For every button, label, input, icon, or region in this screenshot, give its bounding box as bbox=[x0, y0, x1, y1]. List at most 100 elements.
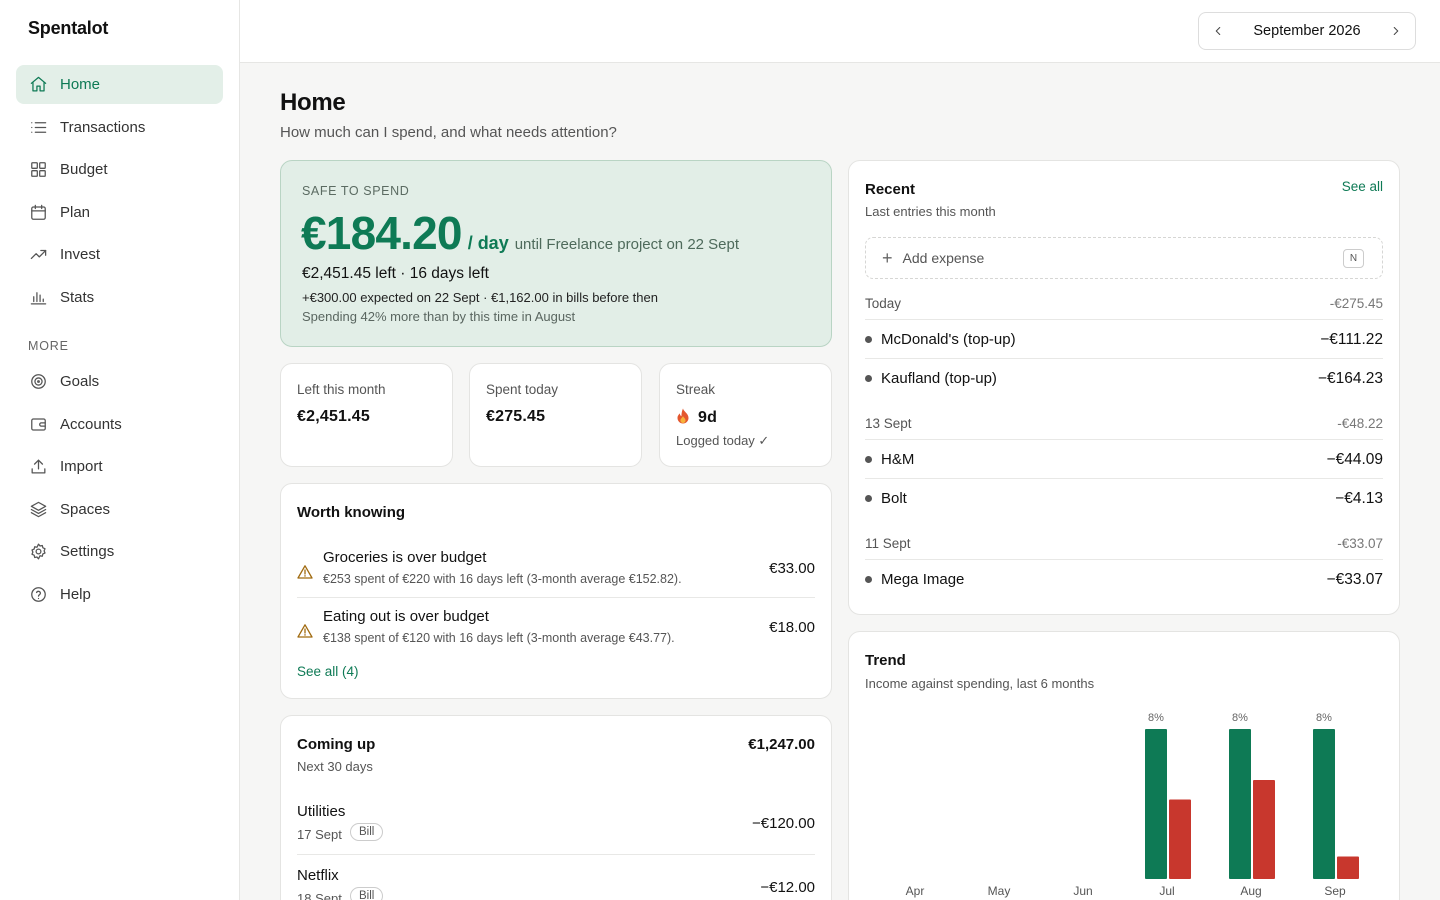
transaction-merchant: McDonald's (top-up) bbox=[881, 331, 1016, 348]
coming-up-card: Coming up €1,247.00 Next 30 days Utiliti… bbox=[280, 715, 832, 900]
trending-up-icon bbox=[28, 245, 48, 265]
sidebar-item-budget[interactable]: Budget bbox=[16, 150, 223, 189]
gear-icon bbox=[28, 542, 48, 562]
money-left-line: €2,451.45 left · 16 days left bbox=[302, 265, 489, 282]
safe-to-spend-card: SAFE TO SPEND €184.20 / day until Freela… bbox=[280, 160, 832, 347]
sidebar-item-label: Settings bbox=[60, 543, 115, 561]
safe-to-spend-row: €184.20 / day until Freelance project on… bbox=[301, 206, 739, 260]
until-label: until Freelance project on 22 Sept bbox=[514, 236, 740, 253]
stat-value: €2,451.45 bbox=[297, 408, 370, 425]
transaction-row[interactable]: H&M −€44.09 bbox=[865, 440, 1383, 479]
sidebar-item-import[interactable]: Import bbox=[16, 447, 223, 486]
spending-bar bbox=[1337, 856, 1359, 879]
transaction-amount: −€33.07 bbox=[1326, 570, 1383, 588]
home-icon bbox=[28, 75, 48, 95]
wallet-icon bbox=[28, 414, 48, 434]
sidebar-section-more: MORE bbox=[28, 338, 69, 353]
transaction-row[interactable]: McDonald's (top-up) −€111.22 bbox=[865, 320, 1383, 359]
coming-up-total: €1,247.00 bbox=[748, 736, 815, 753]
x-tick-label: Jul bbox=[1159, 884, 1174, 898]
keyboard-shortcut-badge: N bbox=[1343, 249, 1364, 268]
alert-detail: €138 spent of €120 with 16 days left (3-… bbox=[323, 631, 675, 645]
plus-icon: + bbox=[882, 248, 893, 268]
app-logo[interactable]: Spentalot bbox=[28, 18, 108, 39]
bill-name: Utilities bbox=[297, 803, 346, 820]
bill-amount: −€12.00 bbox=[760, 879, 815, 896]
transaction-merchant: Mega Image bbox=[881, 571, 965, 588]
safe-to-spend-label: SAFE TO SPEND bbox=[302, 184, 410, 198]
see-all-alerts-link[interactable]: See all (4) bbox=[297, 664, 359, 679]
transaction-merchant: Kaufland (top-up) bbox=[881, 370, 997, 387]
card-title: Worth knowing bbox=[297, 504, 406, 521]
transaction-amount: −€164.23 bbox=[1317, 369, 1383, 387]
alert-title: Eating out is over budget bbox=[323, 608, 489, 625]
transaction-amount: −€4.13 bbox=[1335, 489, 1383, 507]
sidebar-item-invest[interactable]: Invest bbox=[16, 235, 223, 274]
alert-detail: €253 spent of €220 with 16 days left (3-… bbox=[323, 572, 682, 586]
page-subtitle: How much can I spend, and what needs att… bbox=[280, 124, 617, 141]
sidebar-item-settings[interactable]: Settings bbox=[16, 532, 223, 571]
add-expense-input[interactable]: + Add expense N bbox=[865, 237, 1383, 279]
tx-group-label: 13 Sept bbox=[865, 416, 912, 431]
sidebar-item-help[interactable]: Help bbox=[16, 575, 223, 614]
layers-icon bbox=[28, 499, 48, 519]
spending-bar bbox=[1169, 799, 1191, 879]
expected-income-line: +€300.00 expected on 22 Sept · €1,162.00… bbox=[302, 290, 658, 305]
grid-icon bbox=[28, 160, 48, 180]
sidebar-item-label: Transactions bbox=[60, 118, 146, 136]
tx-group-total: -€48.22 bbox=[1337, 416, 1383, 431]
page-title: Home bbox=[280, 89, 346, 116]
alert-title: Groceries is over budget bbox=[323, 549, 487, 566]
divider bbox=[297, 597, 815, 598]
sidebar-item-transactions[interactable]: Transactions bbox=[16, 108, 223, 147]
spending-comparison: Spending 42% more than by this time in A… bbox=[302, 309, 576, 324]
sidebar-item-accounts[interactable]: Accounts bbox=[16, 405, 223, 444]
sidebar-item-label: Help bbox=[60, 585, 91, 603]
card-title: Recent bbox=[865, 181, 916, 198]
sidebar: Spentalot Home Transactions Budget Plan … bbox=[0, 0, 240, 900]
sidebar-item-label: Import bbox=[60, 458, 103, 476]
month-label[interactable]: September 2026 bbox=[1253, 23, 1360, 39]
per-day-label: / day bbox=[467, 233, 509, 253]
transaction-row[interactable]: Bolt −€4.13 bbox=[865, 479, 1383, 518]
add-expense-placeholder: Add expense bbox=[902, 250, 985, 266]
category-dot bbox=[865, 495, 872, 502]
trend-chart: Apr May Jun 8% Jul 8% Aug 8% Sep bbox=[906, 712, 1359, 898]
x-tick-label: Apr bbox=[906, 884, 925, 898]
alert-row[interactable]: Groceries is over budget €253 spent of €… bbox=[297, 549, 815, 607]
sidebar-item-label: Accounts bbox=[60, 415, 122, 433]
x-tick-label: May bbox=[988, 884, 1011, 898]
bill-amount: −€120.00 bbox=[752, 815, 815, 832]
sidebar-item-label: Plan bbox=[60, 203, 91, 221]
stat-value: €275.45 bbox=[486, 408, 546, 425]
flame-icon bbox=[677, 408, 689, 424]
transaction-merchant: H&M bbox=[881, 451, 915, 468]
chevron-left-icon[interactable] bbox=[1209, 22, 1227, 40]
sidebar-item-label: Spaces bbox=[60, 500, 111, 518]
bill-date: 18 Sept bbox=[297, 891, 342, 900]
see-all-recent-link[interactable]: See all bbox=[1342, 179, 1383, 194]
transaction-row[interactable]: Mega Image −€33.07 bbox=[865, 560, 1383, 599]
category-dot bbox=[865, 456, 872, 463]
card-subtitle: Next 30 days bbox=[297, 759, 373, 774]
stat-label: Left this month bbox=[297, 382, 386, 397]
bill-tag: Bill bbox=[350, 887, 384, 900]
sidebar-item-home[interactable]: Home bbox=[16, 65, 223, 104]
sidebar-item-stats[interactable]: Stats bbox=[16, 278, 223, 317]
worth-knowing-card: Worth knowing Groceries is over budget €… bbox=[280, 483, 832, 699]
tx-group-header: Today -€275.45 bbox=[865, 296, 1383, 311]
category-dot bbox=[865, 336, 872, 343]
income-bar bbox=[1229, 729, 1251, 879]
sidebar-item-label: Invest bbox=[60, 246, 101, 264]
transaction-merchant: Bolt bbox=[881, 490, 907, 507]
chevron-right-icon[interactable] bbox=[1387, 22, 1405, 40]
sidebar-item-plan[interactable]: Plan bbox=[16, 193, 223, 232]
stat-label: Spent today bbox=[486, 382, 559, 397]
alert-amount: €18.00 bbox=[769, 619, 815, 636]
sidebar-item-spaces[interactable]: Spaces bbox=[16, 490, 223, 529]
sidebar-item-goals[interactable]: Goals bbox=[16, 362, 223, 401]
alert-row[interactable]: Eating out is over budget €138 spent of … bbox=[297, 608, 815, 666]
transaction-row[interactable]: Kaufland (top-up) −€164.23 bbox=[865, 359, 1383, 398]
alert-amount: €33.00 bbox=[769, 560, 815, 577]
x-tick-label: Aug bbox=[1240, 884, 1261, 898]
